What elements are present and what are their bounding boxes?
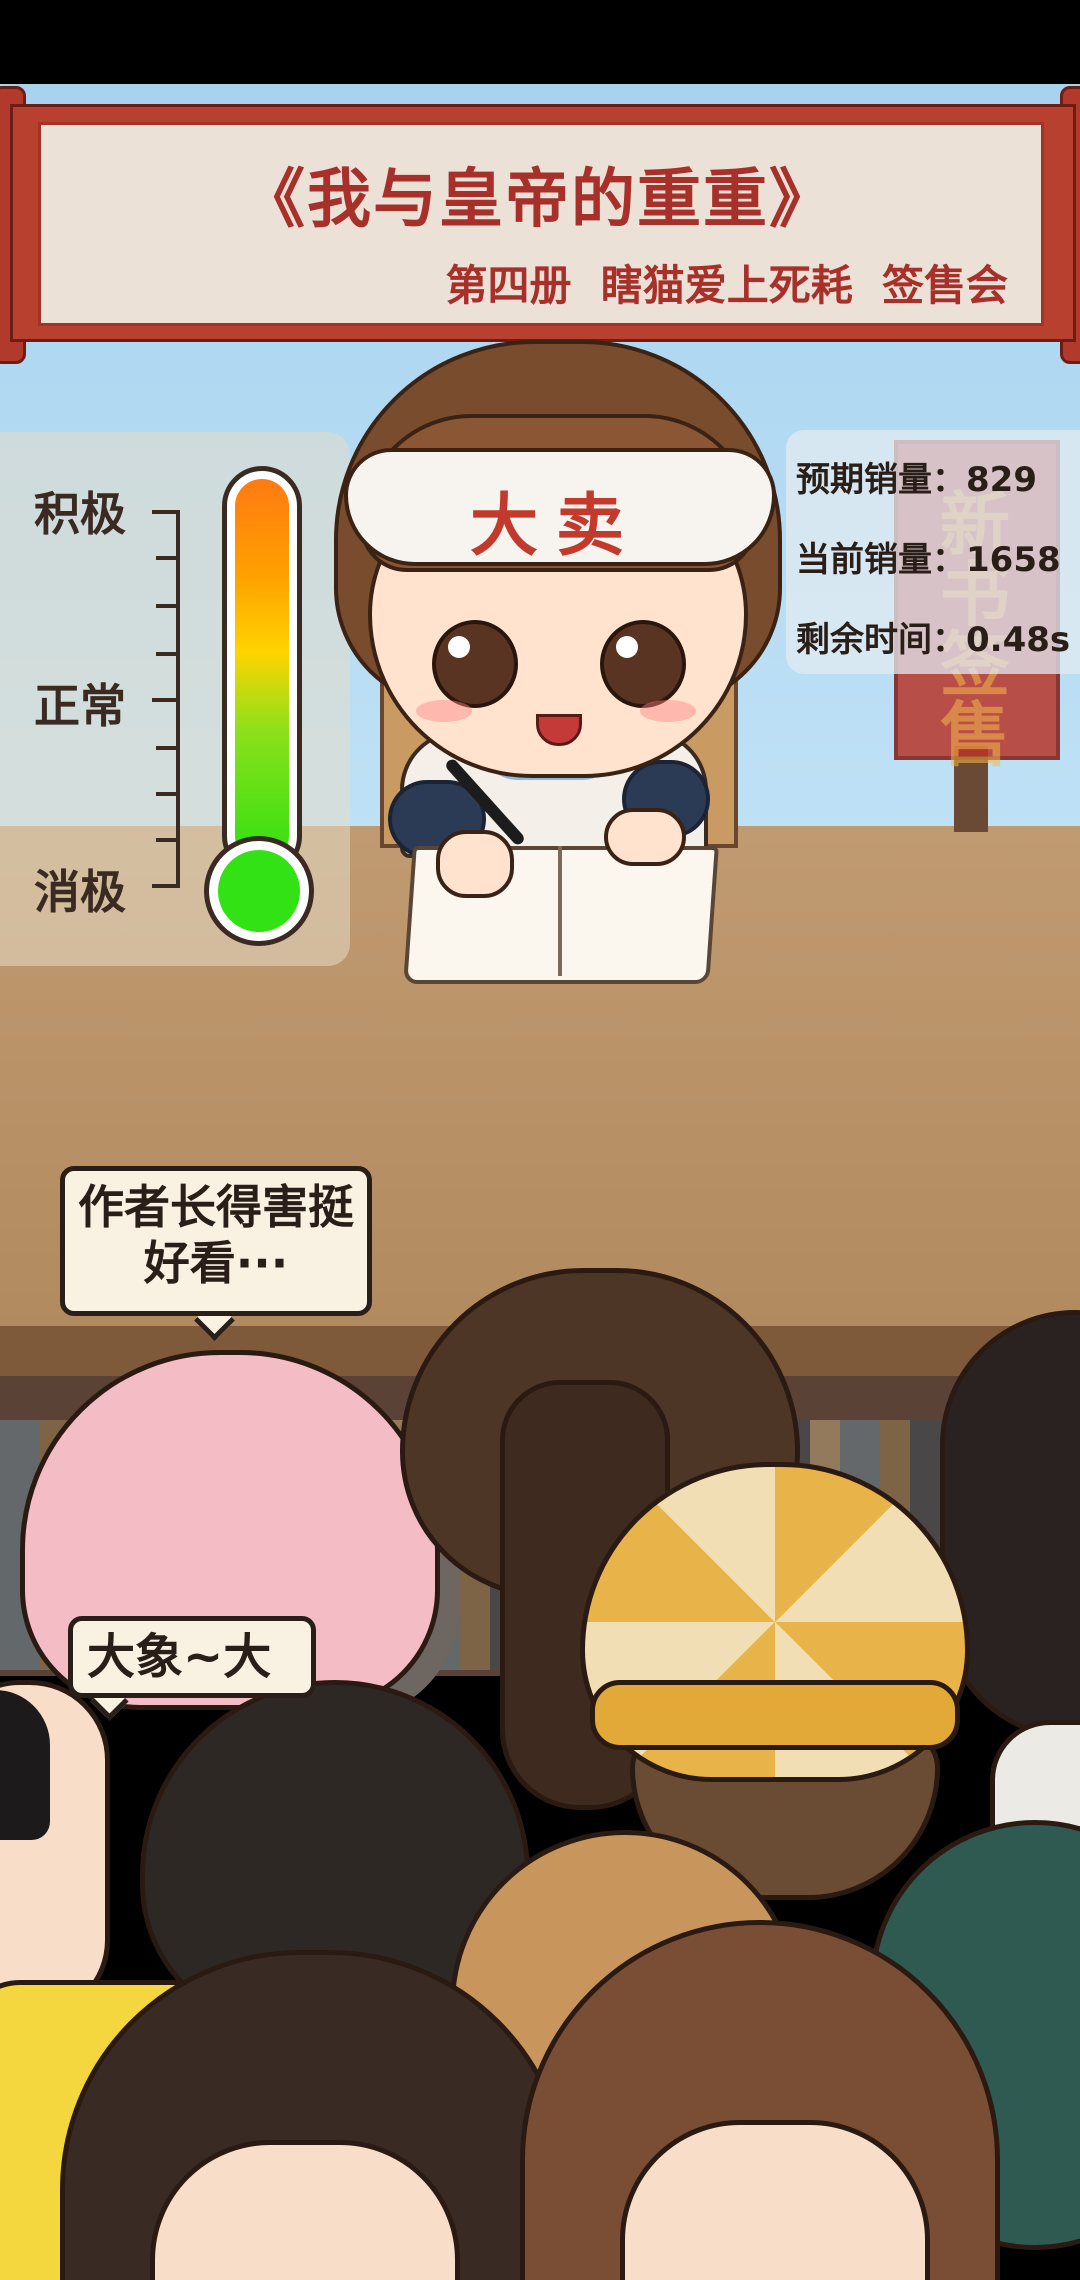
- author-blush: [640, 700, 696, 722]
- mood-label-positive: 积极: [34, 487, 126, 541]
- expected-sales: 预期销量：829: [796, 460, 1037, 500]
- meter-tick: [152, 510, 180, 514]
- mood-label-normal: 正常: [34, 679, 126, 733]
- meter-tick: [156, 652, 180, 656]
- time-remaining: 剩余时间：0.48s: [796, 620, 1071, 660]
- mood-thermometer: [222, 466, 302, 876]
- book-title: 《我与皇帝的重重》: [241, 163, 835, 237]
- speech-bubble-short: 大象~大: [68, 1616, 316, 1698]
- eye-highlight: [616, 636, 638, 658]
- status-bar: [0, 0, 1080, 84]
- author-hand-left: [436, 830, 514, 898]
- mood-level-fill: [235, 479, 289, 863]
- author-eye-right: [600, 620, 686, 708]
- current-sales: 当前销量：1658: [796, 540, 1061, 580]
- meter-tick: [152, 698, 180, 702]
- mood-label-negative: 消极: [34, 865, 126, 919]
- meter-tick: [156, 838, 180, 842]
- meter-tick: [156, 556, 180, 560]
- meter-tick: [152, 884, 180, 888]
- speech-bubble-compliment: 作者长得害挺好看···: [60, 1166, 372, 1316]
- meter-tick: [156, 746, 180, 750]
- book-spine: [558, 846, 562, 976]
- thermometer-bulb-core: [218, 850, 300, 932]
- meter-tick: [156, 792, 180, 796]
- game-scene[interactable]: 《我与皇帝的重重》 第四册 瞎猫爱上死耗 签售会 新书签售 预期销量：829 当…: [0, 0, 1080, 2280]
- author-blush: [416, 700, 472, 722]
- author-eye-left: [432, 620, 518, 708]
- headband-text: 大卖: [469, 487, 642, 566]
- cap-band: [590, 1680, 960, 1750]
- meter-tick: [156, 604, 180, 608]
- eye-highlight: [448, 636, 470, 658]
- author-hand-right: [604, 808, 686, 866]
- event-subtitle: 第四册 瞎猫爱上死耗 签售会: [445, 261, 1009, 310]
